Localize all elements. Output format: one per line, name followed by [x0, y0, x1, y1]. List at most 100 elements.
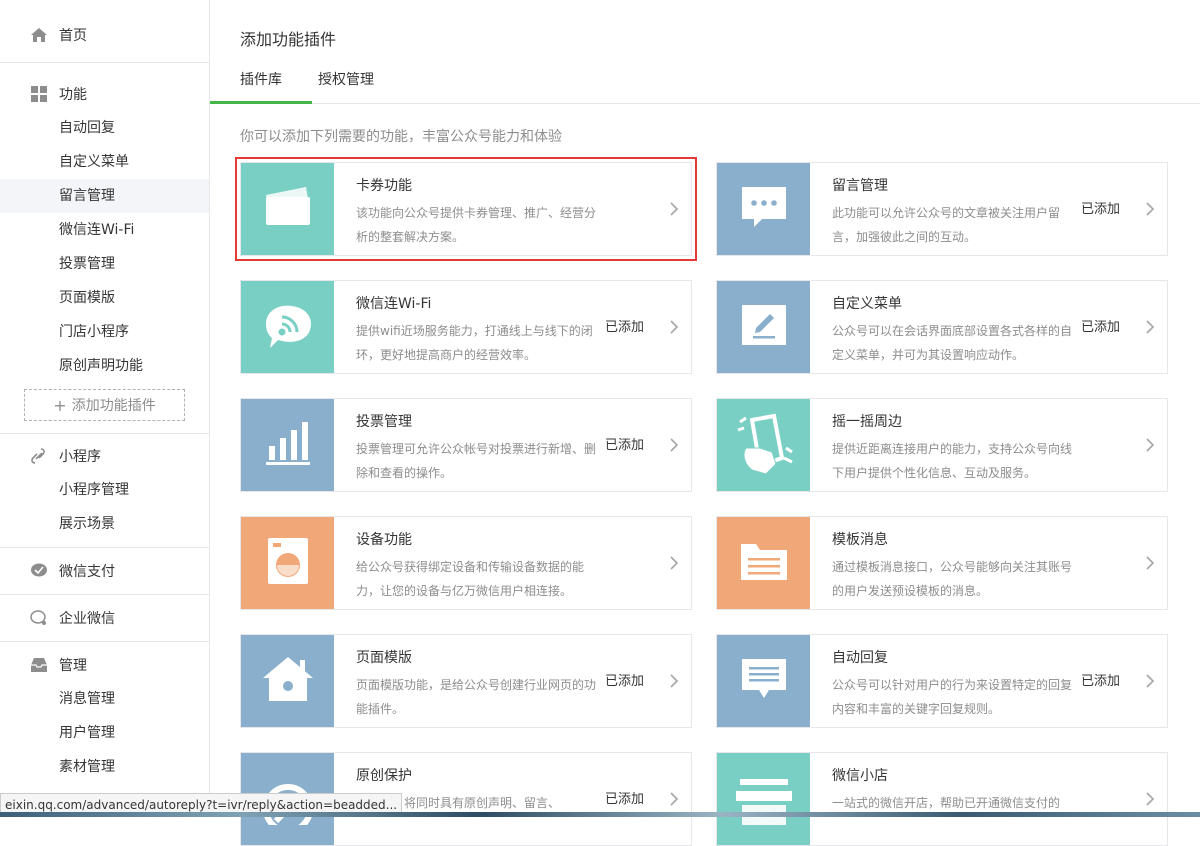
- sidebar-home-label: 首页: [59, 28, 87, 44]
- plugin-name: 页面模版: [356, 650, 412, 666]
- home-icon: [30, 26, 48, 44]
- plugin-card[interactable]: 模板消息 通过模板消息接口，公众号能够向关注其账号的用户发送预设模板的消息。: [716, 516, 1168, 610]
- chevron-right-icon: [669, 555, 679, 571]
- sidebar-item-message-management[interactable]: 消息管理: [0, 682, 209, 716]
- sidebar-work-wechat[interactable]: 企业微信: [0, 601, 209, 635]
- chevron-right-icon: [669, 673, 679, 689]
- plugin-status: 已添加: [605, 438, 645, 453]
- plugin-description: 通过模板消息接口，公众号能够向关注其账号的用户发送预设模板的消息。: [832, 560, 1073, 598]
- plugin-name: 微信小店: [832, 768, 888, 784]
- sidebar-item-user-management[interactable]: 用户管理: [0, 716, 209, 750]
- bar-chart-icon: [263, 420, 313, 470]
- plugin-thumbnail: [717, 753, 810, 845]
- plugin-thumbnail: [717, 163, 810, 255]
- folder-icon: [738, 538, 790, 588]
- plugin-status: 已添加: [1081, 320, 1121, 335]
- sidebar-item-wifi[interactable]: 微信连Wi-Fi: [0, 213, 209, 247]
- tab-bar: 插件库 授权管理: [210, 59, 1200, 104]
- chevron-right-icon: [1145, 555, 1155, 571]
- sidebar-item-display-scene[interactable]: 展示场景: [0, 507, 209, 541]
- sidebar-home[interactable]: 首页: [0, 18, 209, 52]
- chevron-right-icon: [669, 437, 679, 453]
- chevron-right-icon: [1145, 791, 1155, 807]
- shake-phone-icon: [732, 408, 796, 482]
- tab-authorization-management[interactable]: 授权管理: [288, 59, 404, 101]
- sidebar-item-comment-management[interactable]: 留言管理: [0, 179, 209, 213]
- plugin-card[interactable]: 微信小店 一站式的微信开店，帮助已开通微信支付的: [716, 752, 1168, 846]
- plugin-card[interactable]: 自定义菜单公众号可以在会话界面底部设置各式各样的自定义菜单，并可为其设置响应动作…: [716, 280, 1168, 374]
- sidebar-wechat-pay[interactable]: 微信支付: [0, 554, 209, 588]
- sidebar-miniprogram-heading: 小程序: [0, 439, 209, 473]
- chevron-right-icon: [669, 791, 679, 807]
- plugin-card[interactable]: 页面模版 页面模版功能，是给公众号创建行业网页的功能插件。 已添加: [240, 634, 692, 728]
- sidebar-item-custom-menu[interactable]: 自定义菜单: [0, 145, 209, 179]
- sidebar-item-page-template[interactable]: 页面模版: [0, 281, 209, 315]
- plugin-description: 此功能可以允许公众号的文章被关注用户留言，加强彼此之间的互动。: [832, 206, 1061, 244]
- main-content: 添加功能插件 插件库 授权管理 你可以添加下列需要的功能，丰富公众号能力和体验 …: [210, 0, 1200, 846]
- plugin-thumbnail: [717, 635, 810, 727]
- plugin-thumbnail: [241, 399, 334, 491]
- sidebar-function-label: 功能: [59, 87, 87, 103]
- plugin-card[interactable]: 卡券功能 该功能向公众号提供卡券管理、推广、经营分析的整套解决方案。: [235, 157, 697, 261]
- card-icon: [260, 183, 316, 235]
- plugin-status: 已添加: [605, 320, 645, 335]
- sidebar-item-original-declaration[interactable]: 原创声明功能: [0, 349, 209, 383]
- sidebar-manage-heading: 管理: [0, 648, 209, 682]
- plugin-card[interactable]: 摇一摇周边提供近距离连接用户的能力，支持公众号向线下用户提供个性化信息、互动及服…: [716, 398, 1168, 492]
- page-title: 添加功能插件: [240, 30, 337, 49]
- plugin-description: 页面模版功能，是给公众号创建行业网页的功能插件。: [356, 678, 597, 716]
- plugin-name: 自定义菜单: [832, 296, 902, 312]
- sidebar-item-miniprogram-management[interactable]: 小程序管理: [0, 473, 209, 507]
- wechat-pay-icon: [30, 562, 48, 580]
- plugin-card[interactable]: 留言管理此功能可以允许公众号的文章被关注用户留言，加强彼此之间的互动。 已添加: [716, 162, 1168, 256]
- chevron-right-icon: [1145, 319, 1155, 335]
- plugin-thumbnail: [241, 281, 334, 373]
- shop-icon: [732, 769, 796, 829]
- plugin-thumbnail: [241, 635, 334, 727]
- plugin-thumbnail: [717, 399, 810, 491]
- plugin-name: 摇一摇周边: [832, 414, 902, 430]
- plugin-card[interactable]: 设备功能 给公众号获得绑定设备和传输设备数据的能力，让您的设备与亿万微信用户相连接…: [240, 516, 692, 610]
- plugin-name: 投票管理: [356, 414, 412, 430]
- plugin-description: 公众号可以在会话界面底部设置各式各样的自定义菜单，并可为其设置响应动作。: [832, 324, 1073, 362]
- plugin-description: 投票管理可允许公众帐号对投票进行新增、删除和查看的操作。: [356, 442, 597, 480]
- plugin-status: 已添加: [1081, 202, 1121, 217]
- sidebar-item-auto-reply[interactable]: 自动回复: [0, 111, 209, 145]
- sidebar: 首页 功能 自动回复 自定义菜单 留言管理 微信连Wi-Fi 投票管理 页面模版…: [0, 0, 210, 817]
- chevron-right-icon: [1145, 673, 1155, 689]
- plugin-thumbnail: [717, 517, 810, 609]
- plugin-description: 公众号可以针对用户的行为来设置特定的回复内容和丰富的关键字回复规则。: [832, 678, 1073, 716]
- taskbar-strip: [0, 812, 1200, 817]
- add-plugin-button[interactable]: + 添加功能插件: [24, 389, 185, 421]
- add-plugin-label: 添加功能插件: [71, 398, 156, 414]
- sidebar-item-material-management[interactable]: 素材管理: [0, 750, 209, 784]
- sidebar-function-heading: 功能: [0, 77, 209, 111]
- plugin-thumbnail: [241, 163, 334, 255]
- plugin-card[interactable]: 微信连Wi-Fi 提供wifi近场服务能力，打通线上与线下的闭环，更好地提高商户的…: [240, 280, 692, 374]
- edit-icon: [739, 302, 789, 352]
- inbox-icon: [30, 656, 48, 674]
- plugin-name: 微信连Wi-Fi: [356, 296, 432, 312]
- plugin-thumbnail: [241, 517, 334, 609]
- plugin-card[interactable]: 投票管理投票管理可允许公众帐号对投票进行新增、删除和查看的操作。 已添加: [240, 398, 692, 492]
- plugin-card[interactable]: 自动回复 公众号可以针对用户的行为来设置特定的回复内容和丰富的关键字回复规则。 已添…: [716, 634, 1168, 728]
- comment-icon: [738, 183, 790, 235]
- sidebar-work-wechat-label: 企业微信: [59, 611, 115, 627]
- sidebar-manage-label: 管理: [59, 658, 87, 674]
- chevron-right-icon: [1145, 201, 1155, 217]
- chevron-right-icon: [669, 201, 679, 217]
- sidebar-item-vote[interactable]: 投票管理: [0, 247, 209, 281]
- plugin-description: 提供近距离连接用户的能力，支持公众号向线下用户提供个性化信息、互动及服务。: [832, 442, 1073, 480]
- plugin-name: 原创保护: [356, 768, 412, 784]
- plugin-name: 留言管理: [832, 178, 888, 194]
- plus-icon: +: [53, 395, 67, 415]
- house-icon: [260, 654, 316, 708]
- plugin-name: 自动回复: [832, 650, 888, 666]
- intro-text: 你可以添加下列需要的功能，丰富公众号能力和体验: [240, 129, 562, 145]
- plugin-description: 提供wifi近场服务能力，打通线上与线下的闭环，更好地提高商户的经营效率。: [356, 324, 593, 362]
- sidebar-item-store-miniprogram[interactable]: 门店小程序: [0, 315, 209, 349]
- link-icon: [30, 447, 48, 465]
- plugin-description: 给公众号获得绑定设备和传输设备数据的能力，让您的设备与亿万微信用户相连接。: [356, 560, 585, 598]
- message-icon: [739, 656, 789, 706]
- chevron-right-icon: [1145, 437, 1155, 453]
